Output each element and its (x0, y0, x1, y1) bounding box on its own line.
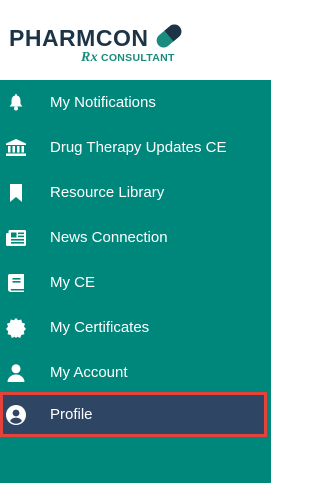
menu-item-resource-library[interactable]: Resource Library (0, 170, 271, 215)
menu-item-label: Resource Library (50, 184, 165, 201)
menu-item-label: My Notifications (50, 94, 156, 111)
capsule-icon (156, 24, 182, 48)
bell-icon (6, 93, 26, 113)
menu-item-label: My Account (50, 364, 128, 381)
menu-item-label: My Certificates (50, 319, 150, 336)
menu-item-profile[interactable]: Profile (0, 392, 267, 437)
menu-item-label: My CE (50, 274, 95, 291)
pharmcon-logo[interactable]: PHARMCON Rx CONSULTANT (9, 19, 189, 69)
certificate-icon (6, 317, 26, 338)
book-icon (6, 273, 26, 293)
bookmark-icon (6, 183, 26, 203)
menu-item-label: Drug Therapy Updates CE (50, 139, 227, 156)
menu-item-my-notifications[interactable]: My Notifications (0, 80, 271, 125)
sidebar-menu: My Notifications Drug Therapy Updates CE… (0, 80, 271, 483)
menu-item-label: Profile (50, 406, 93, 423)
menu-item-my-certificates[interactable]: My Certificates (0, 305, 271, 350)
menu-item-label: News Connection (50, 229, 168, 246)
logo-wordmark: PHARMCON (9, 25, 149, 51)
menu-item-my-account[interactable]: My Account (0, 350, 271, 395)
menu-item-news-connection[interactable]: News Connection (0, 215, 271, 260)
menu-item-my-ce[interactable]: My CE (0, 260, 271, 305)
app-header: PHARMCON Rx CONSULTANT (0, 0, 271, 80)
user-circle-icon (6, 404, 26, 425)
newspaper-icon (6, 228, 26, 248)
institution-icon (6, 138, 26, 158)
logo-tagline: Rx CONSULTANT (81, 50, 175, 65)
menu-item-drug-therapy-updates-ce[interactable]: Drug Therapy Updates CE (0, 125, 271, 170)
user-icon (6, 363, 26, 383)
